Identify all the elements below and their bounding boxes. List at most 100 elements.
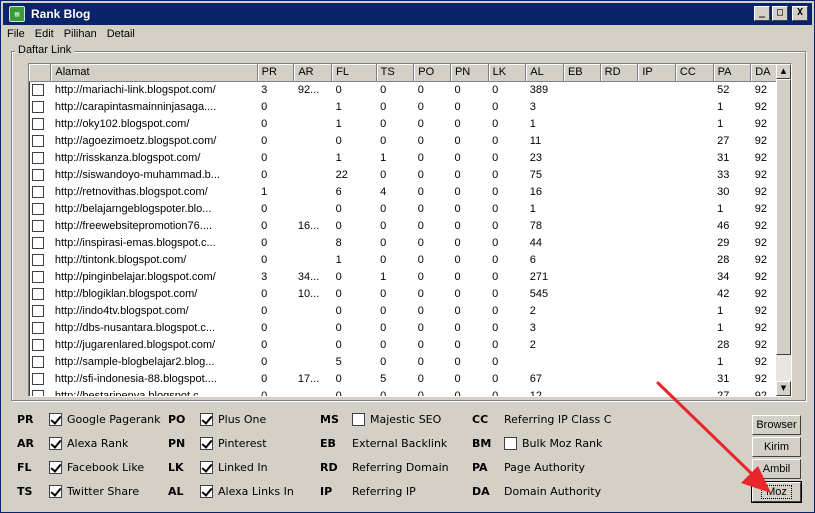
table-row[interactable]: http://risskanza.blogspot.com/0 1 1 0 0 0 23 31… bbox=[29, 149, 791, 166]
minimize-button[interactable]: _ bbox=[754, 6, 770, 21]
row-checkbox[interactable] bbox=[32, 151, 44, 164]
legend-checkbox[interactable] bbox=[200, 484, 213, 498]
close-button[interactable]: X bbox=[792, 6, 808, 21]
legend-checkbox[interactable] bbox=[504, 436, 517, 450]
column-header-pr[interactable]: PR bbox=[257, 64, 295, 82]
column-header-pn[interactable]: PN bbox=[450, 64, 489, 82]
row-checkbox[interactable] bbox=[32, 134, 44, 147]
row-checkbox[interactable] bbox=[32, 202, 44, 215]
legend-label: Linked In bbox=[218, 460, 268, 474]
ambil-button[interactable]: Ambil bbox=[752, 459, 801, 479]
scroll-down-icon[interactable]: ▼ bbox=[776, 381, 791, 396]
link-list[interactable]: Alamat PR AR FL TS PO PN LK AL EB RD IP CC PA DA http:… bbox=[28, 63, 792, 397]
menu-file[interactable]: File bbox=[7, 28, 25, 44]
table-row[interactable]: http://pinginbelajar.blogspot.com/3 34...… bbox=[29, 268, 791, 285]
table-row[interactable]: http://siswandoyo-muhammad.b... 0 22 0 0 0 0 75… bbox=[29, 166, 791, 183]
row-checkbox[interactable] bbox=[32, 321, 44, 334]
legend-item-ms[interactable]: MS Majestic SEO bbox=[320, 411, 441, 427]
column-header-al[interactable]: AL bbox=[525, 64, 564, 82]
legend-item-ts[interactable]: TS Twitter Share bbox=[17, 483, 139, 499]
vertical-scrollbar[interactable]: ▲ ▼ bbox=[776, 64, 791, 396]
column-header-ar[interactable]: AR bbox=[293, 64, 333, 82]
row-checkbox[interactable] bbox=[32, 270, 44, 283]
metric-cell bbox=[638, 183, 676, 200]
table-row[interactable]: http://inspirasi-emas.blogspot.c... 0 8 0 0 0… bbox=[29, 234, 791, 251]
column-header-lk[interactable]: LK bbox=[488, 64, 527, 82]
row-checkbox[interactable] bbox=[32, 338, 44, 351]
table-row[interactable]: http://oky102.blogspot.com/0 1 0 0 0 0 1 1 92 bbox=[29, 115, 791, 132]
browser-button[interactable]: Browser bbox=[752, 415, 801, 435]
table-row[interactable]: http://freewebsitepromotion76.... 0 16... 0… bbox=[29, 217, 791, 234]
legend-item-fl[interactable]: FL Facebook Like bbox=[17, 459, 144, 475]
row-checkbox[interactable] bbox=[32, 83, 44, 96]
table-row[interactable]: http://sample-blogbelajar2.blog... 0 5 0 0 0 0… bbox=[29, 353, 791, 370]
metric-cell bbox=[638, 387, 676, 396]
menu-pilihan[interactable]: Pilihan bbox=[64, 28, 97, 44]
table-row[interactable]: http://dbs-nusantara.blogspot.c... 0 0 0 0 0 0… bbox=[29, 319, 791, 336]
table-row[interactable]: http://retnovithas.blogspot.com/1 6 4 0 0 0 16… bbox=[29, 183, 791, 200]
legend-checkbox[interactable] bbox=[49, 412, 62, 426]
maximize-button[interactable]: □ bbox=[772, 6, 788, 21]
legend-item-lk[interactable]: LK Linked In bbox=[168, 459, 268, 475]
scroll-up-icon[interactable]: ▲ bbox=[776, 64, 791, 79]
table-row[interactable]: http://sfi-indonesia-88.blogspot.... 0 17.… bbox=[29, 370, 791, 387]
table-row[interactable]: http://mariachi-link.blogspot.com/3 92...… bbox=[29, 81, 791, 98]
row-checkbox[interactable] bbox=[32, 372, 44, 385]
legend-checkbox[interactable] bbox=[49, 460, 62, 474]
moz-button[interactable]: Moz bbox=[751, 481, 802, 503]
row-checkbox[interactable] bbox=[32, 287, 44, 300]
legend-checkbox[interactable] bbox=[49, 484, 62, 498]
table-row[interactable]: http://jugarenlared.blogspot.com/0 0 0 0 0 0 2… bbox=[29, 336, 791, 353]
row-checkbox[interactable] bbox=[32, 236, 44, 249]
column-header-fl[interactable]: FL bbox=[331, 64, 377, 82]
row-checkbox[interactable] bbox=[32, 389, 44, 396]
row-checkbox[interactable] bbox=[32, 100, 44, 113]
column-header-pa[interactable]: PA bbox=[713, 64, 752, 82]
column-header-eb[interactable]: EB bbox=[563, 64, 601, 82]
row-checkbox[interactable] bbox=[32, 219, 44, 232]
row-checkbox[interactable] bbox=[32, 304, 44, 317]
metric-cell: 0 bbox=[261, 151, 268, 164]
table-row[interactable]: http://carapintasmainninjasaga.... 0 1 0 0 0 0… bbox=[29, 98, 791, 115]
column-header-cc[interactable]: CC bbox=[675, 64, 714, 82]
row-checkbox[interactable] bbox=[32, 185, 44, 198]
column-header-alamat[interactable]: Alamat bbox=[50, 64, 258, 82]
legend-item-po[interactable]: PO Plus One bbox=[168, 411, 266, 427]
table-row[interactable]: http://tintonk.blogspot.com/0 1 0 0 0 0 6 28 92 bbox=[29, 251, 791, 268]
column-header-ip[interactable]: IP bbox=[637, 64, 676, 82]
legend-checkbox[interactable] bbox=[352, 412, 365, 426]
kirim-button[interactable]: Kirim bbox=[752, 437, 801, 457]
legend-item-bm[interactable]: BM Bulk Moz Rank bbox=[472, 435, 602, 451]
legend-item-al[interactable]: AL Alexa Links In bbox=[168, 483, 294, 499]
metric-cell: 23 bbox=[529, 151, 543, 164]
table-row[interactable]: http://indo4tv.blogspot.com/0 0 0 0 0 0 2 1 92 bbox=[29, 302, 791, 319]
legend-checkbox[interactable] bbox=[200, 460, 213, 474]
legend-checkbox[interactable] bbox=[49, 436, 62, 450]
metric-cell: 0 bbox=[492, 134, 499, 147]
row-checkbox[interactable] bbox=[32, 117, 44, 130]
title-bar[interactable]: ▤ Rank Blog _ □ X bbox=[3, 3, 812, 25]
legend-item-pr[interactable]: PR Google Pagerank bbox=[17, 411, 161, 427]
column-header-ts[interactable]: TS bbox=[376, 64, 415, 82]
row-checkbox[interactable] bbox=[32, 168, 44, 181]
metric-cell: 389 bbox=[529, 83, 549, 96]
table-row[interactable]: http://belajarngeblogspoter.blo... 0 0 0 0 0 0… bbox=[29, 200, 791, 217]
row-checkbox[interactable] bbox=[32, 253, 44, 266]
legend-item-pn[interactable]: PN Pinterest bbox=[168, 435, 267, 451]
column-header-select[interactable] bbox=[29, 64, 52, 82]
metric-cell bbox=[600, 251, 638, 268]
table-row[interactable]: http://bestaripenya.blogspot.c... 0 0 0 0 0 0 1… bbox=[29, 387, 791, 396]
row-checkbox[interactable] bbox=[32, 355, 44, 368]
scroll-thumb[interactable] bbox=[776, 79, 791, 355]
table-row[interactable]: http://blogiklan.blogspot.com/0 10... 0 0 0 0… bbox=[29, 285, 791, 302]
column-header-po[interactable]: PO bbox=[413, 64, 451, 82]
table-row[interactable]: http://agoezimoetz.blogspot.com/0 0 0 0 0 0 11… bbox=[29, 132, 791, 149]
menu-edit[interactable]: Edit bbox=[35, 28, 54, 44]
column-header-rd[interactable]: RD bbox=[600, 64, 639, 82]
legend-checkbox[interactable] bbox=[200, 412, 213, 426]
row-checkbox-cell bbox=[29, 319, 51, 336]
legend-item-ar[interactable]: AR Alexa Rank bbox=[17, 435, 128, 451]
menu-detail[interactable]: Detail bbox=[107, 28, 135, 44]
metric-cell: 17... bbox=[297, 372, 320, 385]
legend-checkbox[interactable] bbox=[200, 436, 213, 450]
